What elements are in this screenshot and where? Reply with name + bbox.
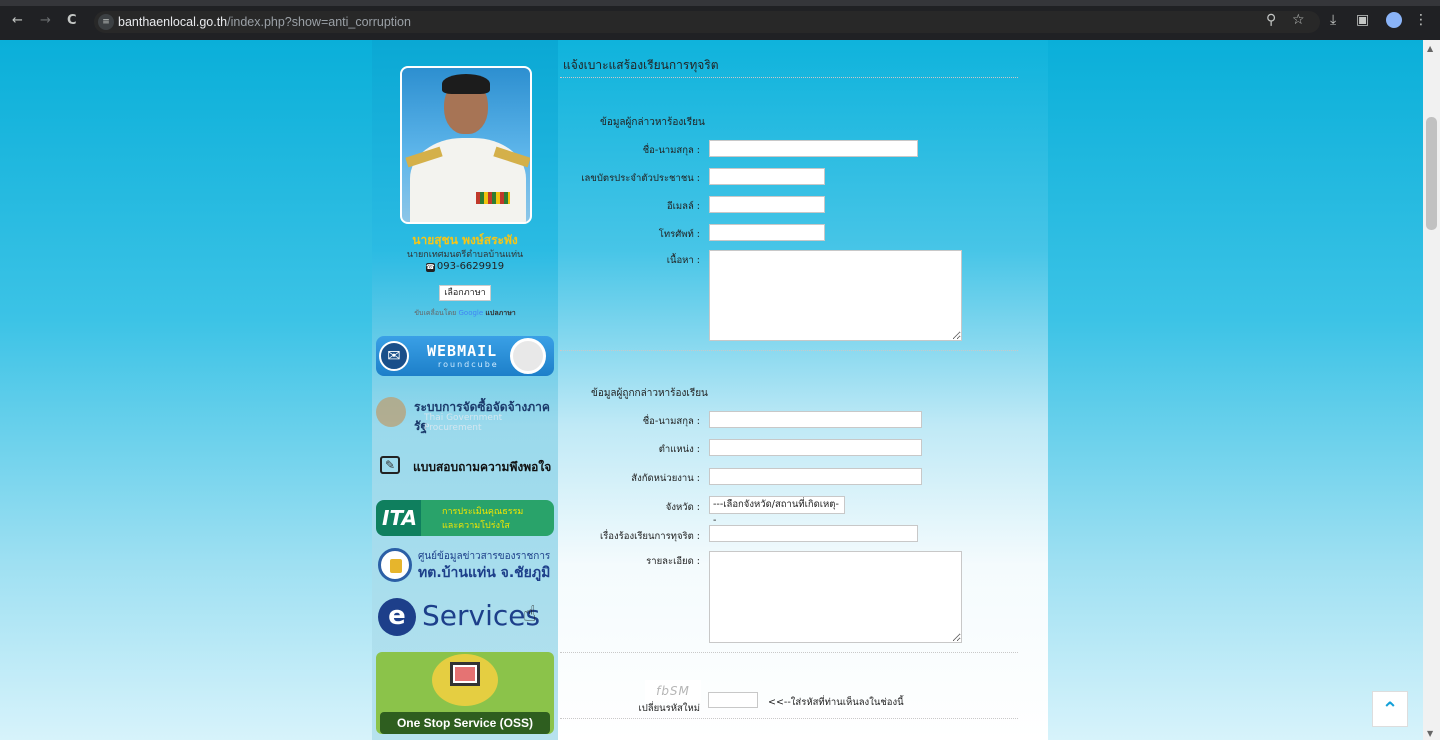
accused-heading: ข้อมูลผู้ถูกกล่าวหาร้องเรียน <box>591 388 708 399</box>
complainant-email-input[interactable] <box>709 196 825 213</box>
accused-province-label: จังหวัด : <box>665 502 700 513</box>
accused-position-input[interactable] <box>709 439 922 456</box>
webmail-title: WEBMAIL <box>427 342 498 360</box>
select-language-button[interactable]: เลือกภาษา <box>439 285 491 301</box>
scrollbar-thumb[interactable] <box>1426 117 1437 230</box>
accused-agency-input[interactable] <box>709 468 922 485</box>
address-bar[interactable]: ≡ banthaenlocal.go.th/index.php?show=ant… <box>94 11 1320 33</box>
oss-label: One Stop Service (OSS) <box>380 712 550 734</box>
scroll-up-icon[interactable]: ▲ <box>1427 44 1433 53</box>
kebab-menu-icon[interactable]: ⋮ <box>1414 13 1428 27</box>
webmail-subtitle: roundcube <box>438 360 499 369</box>
province-select[interactable]: ---เลือกจังหวัด/สถานที่เกิดเหตุ-- <box>709 496 845 526</box>
url-text[interactable]: banthaenlocal.go.th/index.php?show=anti_… <box>118 15 411 29</box>
municipal-seal-icon <box>378 548 412 582</box>
webmail-banner[interactable]: ✉ WEBMAIL roundcube <box>376 336 554 376</box>
detail-textarea[interactable] <box>709 551 962 643</box>
ita-logo: ITA <box>382 506 418 530</box>
sidebar-icon[interactable]: ▣ <box>1356 13 1369 27</box>
page-title: แจ้งเบาะแสร้องเรียนการทุจริต <box>563 58 719 72</box>
egp-logo-icon <box>376 397 406 427</box>
back-arrow-icon[interactable]: ← <box>12 14 23 28</box>
captcha-hint: <<--ใส่รหัสที่ท่านเห็นลงในช่องนี้ <box>768 697 904 708</box>
complainant-email-label: อีเมลล์ : <box>666 201 700 212</box>
powered-prefix: ขับเคลื่อนโดย <box>414 309 457 317</box>
zoom-icon[interactable]: ⚲ <box>1266 13 1276 27</box>
profile-avatar[interactable] <box>1386 12 1402 28</box>
bookmark-star-icon[interactable]: ☆ <box>1292 13 1305 27</box>
roundcube-logo-icon <box>510 338 546 374</box>
download-icon[interactable]: ⤓ <box>1330 13 1336 27</box>
url-path: /index.php?show=anti_corruption <box>227 15 411 29</box>
mayor-photo <box>400 66 532 224</box>
accused-name-label: ชื่อ-นามสกุล : <box>642 416 700 427</box>
double-chevron-up-icon[interactable]: ⌃ <box>1372 691 1408 727</box>
section-divider-2 <box>560 652 1018 653</box>
accused-agency-label: สังกัดหน่วยงาน : <box>631 473 700 484</box>
ita-line1: การประเมินคุณธรรม <box>442 507 524 517</box>
google-logo-text: Google <box>458 309 484 317</box>
hair-shape <box>442 74 490 94</box>
complainant-heading: ข้อมูลผู้กล่าวหาร้องเรียน <box>600 117 705 128</box>
phone-icon: ☎ <box>425 263 435 272</box>
complainant-id-input[interactable] <box>709 168 825 185</box>
hand-pointer-icon: ☝ <box>523 602 537 627</box>
corruption-subject-label: เรื่องร้องเรียนการทุจริต : <box>599 531 700 542</box>
complainant-phone-label: โทรศัพท์ : <box>658 229 700 240</box>
complainant-phone-input[interactable] <box>709 224 825 241</box>
eservices-e-icon: e <box>378 598 416 636</box>
complainant-name-input[interactable] <box>709 140 918 157</box>
ita-line2: และความโปร่งใส <box>442 521 510 531</box>
monitor-icon <box>450 662 480 686</box>
url-host: banthaenlocal.go.th <box>118 15 228 29</box>
corruption-subject-input[interactable] <box>709 525 918 542</box>
browser-toolbar: ← → C ≡ banthaenlocal.go.th/index.php?sh… <box>0 0 1440 40</box>
complainant-content-label: เนื้อหา : <box>666 255 700 266</box>
accused-name-input[interactable] <box>709 411 922 428</box>
google-translate-credit[interactable]: ขับเคลื่อนโดย Google แปลภาษา <box>372 308 558 319</box>
captcha-image: fbSM <box>645 680 701 702</box>
translate-label: แปลภาษา <box>485 309 516 317</box>
tune-icon[interactable]: ≡ <box>98 14 114 30</box>
section-divider-3 <box>560 718 1018 719</box>
title-divider <box>560 77 1018 78</box>
forward-arrow-icon[interactable]: → <box>40 14 51 28</box>
envelope-icon: ✉ <box>379 341 409 371</box>
medal-ribbons <box>476 192 510 204</box>
accused-position-label: ตำแหน่ง : <box>658 444 700 455</box>
tab-strip <box>0 0 1440 6</box>
phone-number: 093-6629919 <box>436 261 505 272</box>
oss-banner[interactable]: One Stop Service (OSS) <box>376 652 554 734</box>
captcha-input[interactable] <box>708 692 758 708</box>
edit-icon: ✎ <box>380 456 400 474</box>
complainant-id-label: เลขบัตรประจำตัวประชาชน : <box>581 173 700 184</box>
section-divider-1 <box>560 350 1018 351</box>
detail-label: รายละเอียด : <box>646 556 700 567</box>
complainant-content-textarea[interactable] <box>709 250 962 341</box>
reload-icon[interactable]: C <box>67 14 77 28</box>
eservices-banner[interactable]: e Services ☝ <box>376 594 554 644</box>
scroll-down-icon[interactable]: ▼ <box>1427 729 1433 738</box>
complainant-name-label: ชื่อ-นามสกุล : <box>642 145 700 156</box>
captcha-refresh-link[interactable]: เปลี่ยนรหัสใหม่ <box>630 701 701 716</box>
